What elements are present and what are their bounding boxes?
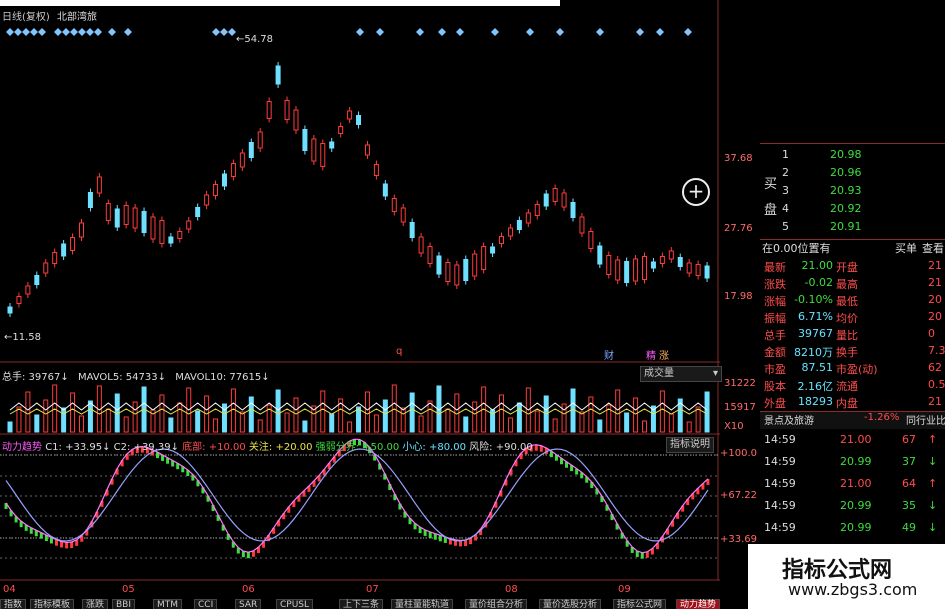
bottom-tab[interactable]: 量价组合分析 — [465, 599, 528, 609]
watermark-banner: 指标公式网 www.zbgs3.com — [748, 544, 945, 609]
ind-axis-2: +67.22 — [720, 490, 758, 501]
stat-row: 涨跌 -0.02 最高 21 — [764, 276, 942, 291]
stat-row: 涨幅 -0.10% 最低 20 — [764, 293, 942, 308]
indicator-help-button[interactable]: 指标说明 — [666, 437, 714, 453]
position-row: 在0.00位置有 买单 查看 — [762, 240, 944, 256]
bid-row-3[interactable]: 3 20.93 — [760, 184, 945, 201]
bottom-tab[interactable]: MTM — [153, 599, 183, 609]
bottom-tab[interactable]: 指标模板 — [30, 599, 75, 609]
price-axis-3: 17.98 — [724, 291, 753, 302]
arrow-down-icon: ↓ — [928, 455, 938, 468]
bottom-tab[interactable]: BBI — [112, 599, 136, 609]
stat-row: 振幅 6.71% 均价 20 — [764, 310, 942, 325]
quote-panel: 买盘 1 20.98 2 20.96 3 20.93 4 20.92 5 20.91 在0.00位… — [760, 143, 945, 609]
stats-table: 最新 21.00 开盘 21 涨跌 -0.02 最高 21 涨幅 -0.10% 最低 20 振幅 6.71… — [760, 259, 945, 412]
arrow-down-icon: ↓ — [928, 499, 938, 512]
finance-marker[interactable]: 财 — [604, 347, 614, 362]
arrow-down-icon: ↓ — [928, 521, 938, 534]
bottom-tab[interactable]: CCI — [194, 599, 218, 609]
x-tick-08: 08 — [505, 584, 518, 595]
bottom-tab[interactable]: 指标公式网 — [613, 599, 667, 609]
chart-title: 日线(复权) 北部湾旅 — [2, 8, 97, 23]
orderbook: 买盘 1 20.98 2 20.96 3 20.93 4 20.92 5 20.91 — [760, 143, 945, 240]
tick-row: 14:59 21.00 64 ↑ — [764, 477, 938, 490]
tick-row: 14:59 20.99 49 ↓ — [764, 521, 938, 534]
arrow-up-icon: ↑ — [928, 433, 938, 446]
bottom-tab[interactable]: 涨跌 — [82, 599, 109, 609]
zhang-marker[interactable]: 涨 — [659, 347, 669, 362]
q-marker[interactable]: q — [396, 346, 402, 357]
bottom-tab[interactable]: 指数 — [0, 599, 27, 609]
ind-axis-1: +100.0 — [720, 448, 758, 459]
vol-axis-2: 15917 — [724, 402, 756, 413]
high-price-label: ←54.78 — [236, 34, 274, 45]
volume-indicator-select[interactable]: 成交量 ▾ — [640, 366, 722, 382]
price-axis-1: 37.68 — [724, 153, 753, 164]
x-tick-09: 09 — [618, 584, 631, 595]
bottom-tab[interactable]: SAR — [235, 599, 262, 609]
arrow-up-icon: ↑ — [928, 477, 938, 490]
bid-row-1[interactable]: 1 20.98 — [760, 148, 945, 165]
tick-row: 14:59 20.99 37 ↓ — [764, 455, 938, 468]
period-label[interactable]: 日线(复权) — [2, 12, 50, 23]
stock-name: 北部湾旅 — [57, 12, 97, 23]
bottom-tab-bar: 指数 指标模板 涨跌 BBI MTM CCI SAR CPUSL 上下三条 量柱量能轨道 量价组合分… — [0, 599, 720, 609]
price-axis-2: 27.76 — [724, 223, 753, 234]
vol-axis-3: X10 — [724, 421, 744, 432]
indicator-header: 动力趋势 C1: +33.95↓ C2: +39.39↓ 底部: +10.00 … — [2, 442, 533, 453]
brand-url: www.zbgs3.com — [788, 580, 918, 599]
x-tick-06: 06 — [242, 584, 255, 595]
bottom-tab[interactable]: CPUSL — [276, 599, 314, 609]
bid-row-2[interactable]: 2 20.96 — [760, 166, 945, 183]
bottom-tab[interactable]: 量价选股分析 — [539, 599, 602, 609]
x-tick-07: 07 — [366, 584, 379, 595]
bottom-tab[interactable]: 量柱量能轨道 — [391, 599, 454, 609]
view-link[interactable]: 查看 — [922, 240, 944, 256]
bid-row-4[interactable]: 4 20.92 — [760, 202, 945, 219]
low-price-label: ←11.58 — [4, 332, 42, 343]
volume-bars-layer — [7, 384, 710, 433]
stat-row: 市盈 87.51 市盈(动) 62 — [764, 361, 942, 376]
stat-row: 最新 21.00 开盘 21 — [764, 259, 942, 274]
candles-layer — [7, 62, 710, 317]
jing-marker[interactable]: 精 — [646, 347, 656, 362]
indicator-layer — [4, 438, 710, 559]
bottom-tab[interactable]: 上下三条 — [339, 599, 384, 609]
stat-row: 总手 39767 量比 0 — [764, 327, 935, 342]
volume-header: 总手: 39767↓ MAVOL5: 54733↓ MAVOL10: 77615… — [2, 372, 270, 383]
ticks-header: 景点及旅游 -1.26% 同行业比 — [760, 411, 945, 429]
tick-row: 14:59 20.99 35 ↓ — [764, 499, 938, 512]
tick-row: 14:59 21.00 67 ↑ — [764, 433, 938, 446]
stat-row: 股本 2.16亿 流通 0.5 — [764, 378, 945, 393]
signal-diamonds-layer — [6, 28, 692, 36]
x-tick-05: 05 — [122, 584, 135, 595]
main-chart[interactable] — [0, 0, 720, 609]
vol-axis-1: 31222 — [724, 378, 756, 389]
zoom-plus-icon[interactable]: + — [682, 178, 710, 206]
buy-order-link[interactable]: 买单 — [895, 240, 917, 256]
stat-row: 外盘 18293 内盘 21 — [764, 395, 942, 410]
stat-row: 金额 8210万 换手 7.3 — [764, 344, 945, 359]
bid-row-5[interactable]: 5 20.91 — [760, 220, 945, 237]
bottom-tab[interactable]: 动力趋势 — [676, 599, 720, 609]
x-tick-04: 04 — [3, 584, 16, 595]
